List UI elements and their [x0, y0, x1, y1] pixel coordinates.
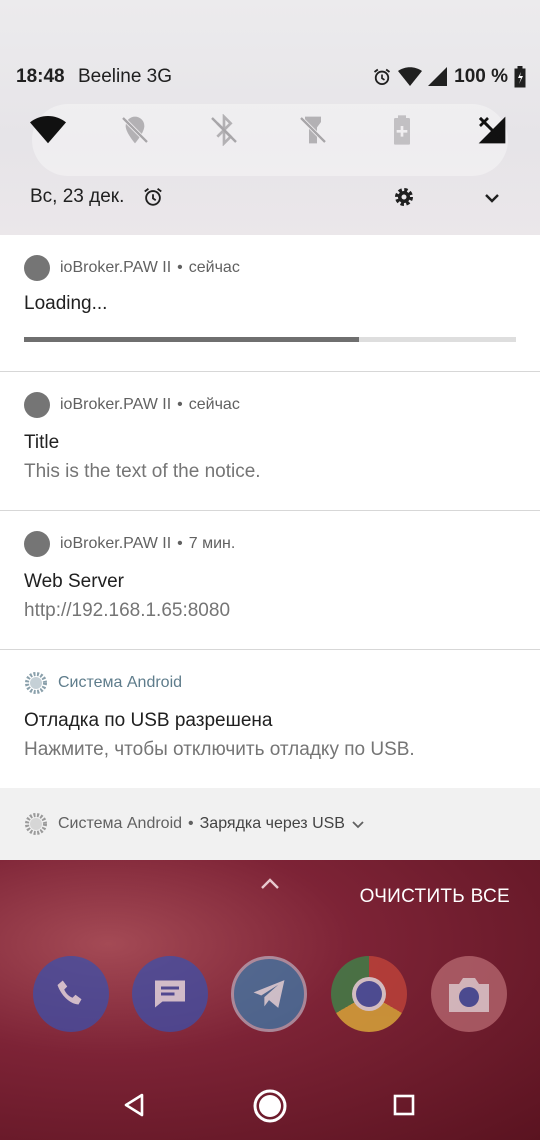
- notification-list: ioBroker.PAW II • сейчас Loading... ioBr…: [0, 235, 540, 789]
- notification-time: сейчас: [188, 259, 240, 276]
- android-gear-icon: [25, 672, 47, 694]
- chevron-down-icon[interactable]: [482, 188, 502, 208]
- notification-header: Система Android: [24, 670, 182, 696]
- quick-settings-row: [0, 104, 540, 158]
- notification-title: Отладка по USB разрешена: [24, 710, 273, 731]
- status-bar: 18:48 Beeline 3G 100 %: [0, 62, 540, 92]
- app-dock: [0, 956, 540, 1036]
- bluetooth-off-icon: [211, 114, 237, 146]
- app-icon: [24, 531, 50, 557]
- home-icon: [253, 1089, 287, 1123]
- bluetooth-tile[interactable]: [206, 112, 242, 148]
- notification-web-server[interactable]: ioBroker.PAW II • 7 мин. Web Server http…: [0, 511, 540, 650]
- notification-usb-debugging[interactable]: Система Android Отладка по USB разрешена…: [0, 650, 540, 789]
- app-icon: [24, 392, 50, 418]
- notification-app-name: ioBroker.PAW II: [60, 259, 172, 276]
- wifi-status-icon: [398, 67, 423, 86]
- chevron-up-icon[interactable]: [258, 876, 282, 892]
- notification-usb-charging[interactable]: Система Android • Зарядка через USB: [0, 788, 540, 860]
- camera-icon: [449, 978, 489, 1012]
- battery-saver-tile[interactable]: [384, 112, 420, 148]
- home-button[interactable]: [252, 1088, 288, 1124]
- notification-header: ioBroker.PAW II • сейчас: [24, 255, 240, 281]
- mobile-data-tile[interactable]: [474, 112, 510, 148]
- notification-text: This is the text of the notice.: [24, 461, 261, 482]
- phone-app[interactable]: [33, 956, 109, 1032]
- back-button[interactable]: [122, 1092, 148, 1118]
- progress-bar-fill: [24, 337, 359, 342]
- status-time: 18:48: [16, 66, 65, 87]
- separator-dot: •: [188, 815, 194, 832]
- separator-dot: •: [177, 535, 183, 552]
- notification-app-name: Система Android: [58, 674, 183, 691]
- notification-app-name: ioBroker.PAW II: [60, 396, 172, 413]
- flashlight-off-icon: [299, 116, 327, 144]
- recents-icon: [393, 1094, 415, 1116]
- separator-dot: •: [177, 259, 183, 276]
- notification-loading[interactable]: ioBroker.PAW II • сейчас Loading...: [0, 235, 540, 372]
- battery-percent: 100 %: [454, 66, 508, 87]
- notification-title: Web Server: [24, 571, 124, 592]
- notification-app-name: ioBroker.PAW II: [60, 535, 172, 552]
- notification-header: ioBroker.PAW II • сейчас: [24, 392, 240, 418]
- recents-button[interactable]: [393, 1094, 415, 1116]
- notification-header: ioBroker.PAW II • 7 мин.: [24, 531, 235, 557]
- notification-title: Loading...: [24, 293, 108, 314]
- battery-saver-icon: [394, 115, 410, 145]
- chrome-icon: [352, 977, 386, 1011]
- telegram-app[interactable]: [231, 956, 307, 1032]
- flashlight-tile[interactable]: [295, 112, 331, 148]
- settings-gear-icon[interactable]: [392, 185, 416, 209]
- wifi-tile[interactable]: [30, 112, 66, 148]
- phone-icon: [57, 980, 82, 1005]
- mobile-data-off-icon: [478, 116, 506, 144]
- navigation-bar: [0, 1082, 540, 1140]
- expand-chevron-icon[interactable]: [351, 817, 365, 831]
- messages-app[interactable]: [132, 956, 208, 1032]
- app-icon: [24, 255, 50, 281]
- date-row: Вс, 23 дек.: [0, 180, 540, 216]
- notification-time: 7 мин.: [188, 535, 236, 552]
- alarm-icon: [374, 68, 391, 85]
- status-carrier: Beeline 3G: [78, 66, 173, 87]
- messages-icon: [155, 980, 185, 1008]
- notification-app-name: Система Android: [58, 815, 183, 832]
- wifi-icon: [30, 116, 66, 144]
- notification-text: http://192.168.1.65:8080: [24, 600, 231, 621]
- notification-shade-header: 18:48 Beeline 3G 100 % Вс, 23 дек.: [0, 0, 540, 235]
- notification-summary: Зарядка через USB: [199, 815, 345, 832]
- separator-dot: •: [177, 396, 183, 413]
- alarm-icon[interactable]: [142, 186, 164, 208]
- status-icons: 100 %: [372, 66, 526, 88]
- camera-app[interactable]: [431, 956, 507, 1032]
- android-gear-icon: [25, 813, 47, 835]
- telegram-icon: [253, 980, 285, 1008]
- notification-header: Система Android • Зарядка через USB: [24, 811, 365, 837]
- progress-bar: [24, 337, 516, 342]
- notification-time: сейчас: [188, 396, 240, 413]
- location-tile[interactable]: [117, 112, 153, 148]
- home-screen-background: ОЧИСТИТЬ ВСЕ: [0, 860, 540, 1140]
- signal-icon: [428, 67, 448, 86]
- clear-all-button[interactable]: ОЧИСТИТЬ ВСЕ: [360, 886, 510, 908]
- battery-icon: [514, 66, 526, 88]
- notification-text: Нажмите, чтобы отключить отладку по USB.: [24, 739, 415, 760]
- notification-title-text[interactable]: ioBroker.PAW II • сейчас Title This is t…: [0, 372, 540, 511]
- location-off-icon: [121, 116, 149, 144]
- date-label: Вс, 23 дек.: [30, 186, 125, 207]
- notification-title: Title: [24, 432, 60, 453]
- chrome-app[interactable]: [331, 956, 407, 1032]
- back-icon: [124, 1093, 144, 1117]
